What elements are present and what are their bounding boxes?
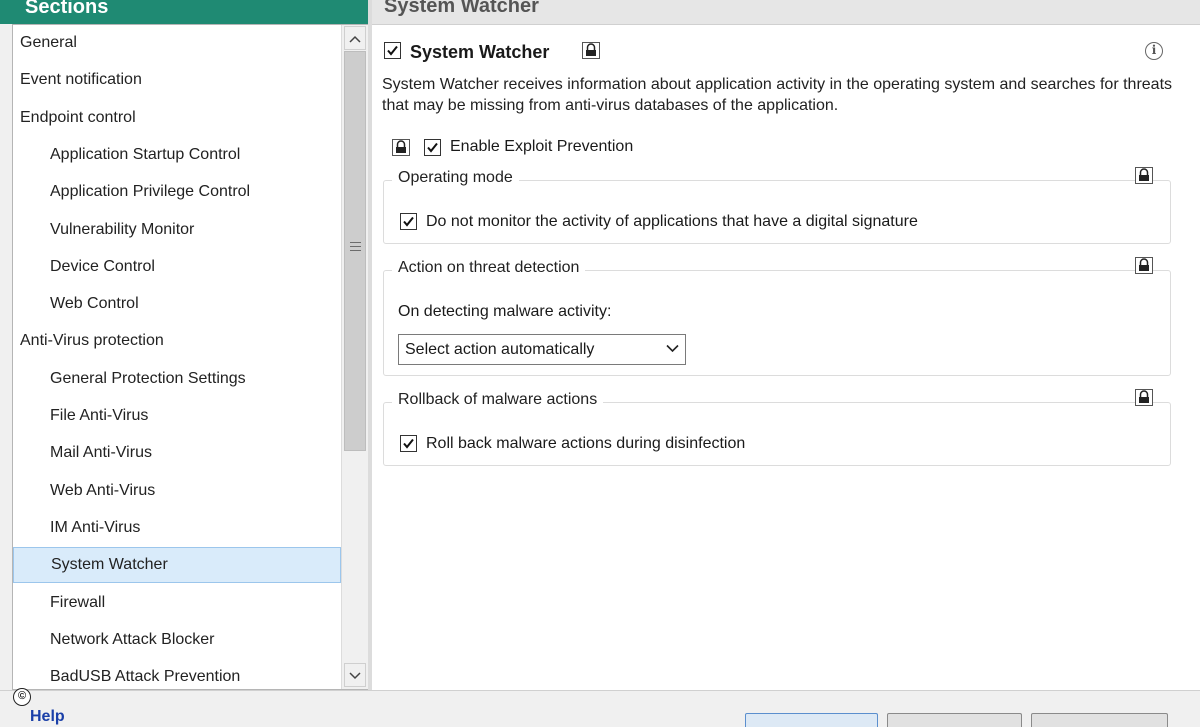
lock-icon[interactable] <box>582 42 600 59</box>
sidebar-item-network-attack-blocker[interactable]: Network Attack Blocker <box>13 622 341 658</box>
malware-activity-prompt: On detecting malware activity: <box>398 303 612 320</box>
sidebar-item-firewall[interactable]: Firewall <box>13 585 341 621</box>
footer: © Help <box>0 688 1200 727</box>
threat-detection-lock-icon[interactable] <box>1135 257 1153 274</box>
threat-detection-group: Action on threat detection On detecting … <box>383 257 1171 376</box>
operating-mode-title: Operating mode <box>392 169 519 187</box>
rollback-label: Roll back malware actions during disinfe… <box>426 435 746 452</box>
grip-icon <box>350 242 361 252</box>
sidebar-item-im-anti-virus[interactable]: IM Anti-Virus <box>13 510 341 546</box>
sidebar-scrollbar[interactable] <box>341 25 368 689</box>
sections-header: Sections <box>0 0 368 24</box>
system-watcher-description: System Watcher receives information abou… <box>382 76 1173 114</box>
scroll-up-arrow-icon[interactable] <box>344 26 366 50</box>
operating-mode-lock-icon[interactable] <box>1135 167 1153 184</box>
exploit-prevention-checkbox[interactable] <box>424 139 441 156</box>
sidebar-item-system-watcher[interactable]: System Watcher <box>13 547 341 584</box>
rollback-title: Rollback of malware actions <box>392 391 604 409</box>
help-link[interactable]: Help <box>30 709 65 725</box>
checkmark-icon <box>387 45 398 56</box>
malware-action-value: Select action automatically <box>405 341 595 358</box>
system-watcher-checkbox[interactable] <box>384 42 401 59</box>
scroll-thumb[interactable] <box>344 51 366 451</box>
sidebar-item-application-privilege-control[interactable]: Application Privilege Control <box>13 174 341 210</box>
sidebar-item-file-anti-virus[interactable]: File Anti-Virus <box>13 398 341 434</box>
threat-detection-title: Action on threat detection <box>392 259 586 277</box>
malware-action-select[interactable]: Select action automatically <box>398 334 686 365</box>
sidebar-list: General Event notification Endpoint contro… <box>13 25 341 689</box>
checkmark-icon <box>403 216 414 227</box>
sidebar: General Event notification Endpoint contro… <box>12 24 368 690</box>
skip-signed-apps-checkbox[interactable] <box>400 213 417 230</box>
sidebar-item-endpoint-control[interactable]: Endpoint control <box>13 100 341 136</box>
sidebar-item-application-startup-control[interactable]: Application Startup Control <box>13 137 341 173</box>
scroll-down-arrow-icon[interactable] <box>344 663 366 687</box>
sidebar-item-device-control[interactable]: Device Control <box>13 249 341 285</box>
sidebar-item-anti-virus-protection[interactable]: Anti-Virus protection <box>13 323 341 359</box>
exploit-lock-icon[interactable] <box>392 139 410 156</box>
rollback-group: Rollback of malware actions Roll back ma… <box>383 389 1171 466</box>
sidebar-item-general-protection-settings[interactable]: General Protection Settings <box>13 361 341 397</box>
cancel-button[interactable] <box>887 713 1022 727</box>
rollback-lock-icon[interactable] <box>1135 389 1153 406</box>
ok-button[interactable] <box>745 713 878 727</box>
info-icon[interactable]: i <box>1145 42 1163 60</box>
sidebar-item-general[interactable]: General <box>13 25 341 61</box>
checkmark-icon <box>427 142 438 153</box>
sidebar-item-vulnerability-monitor[interactable]: Vulnerability Monitor <box>13 212 341 248</box>
copyright-icon: © <box>13 688 31 706</box>
operating-mode-group: Operating mode Do not monitor the activi… <box>383 167 1171 244</box>
skip-signed-apps-label: Do not monitor the activity of applicati… <box>426 213 918 230</box>
content-header: System Watcher <box>372 0 1200 24</box>
checkmark-icon <box>403 438 414 449</box>
chevron-down-icon <box>666 344 679 353</box>
exploit-prevention-label: Enable Exploit Prevention <box>450 138 634 155</box>
sidebar-item-event-notification[interactable]: Event notification <box>13 62 341 98</box>
sidebar-item-web-control[interactable]: Web Control <box>13 286 341 322</box>
sidebar-item-web-anti-virus[interactable]: Web Anti-Virus <box>13 473 341 509</box>
settings-panel: System Watcher i System Watcher receives… <box>372 24 1200 690</box>
sidebar-item-badusb-attack-prevention[interactable]: BadUSB Attack Prevention <box>13 659 341 689</box>
sidebar-item-mail-anti-virus[interactable]: Mail Anti-Virus <box>13 435 341 471</box>
rollback-checkbox[interactable] <box>400 435 417 452</box>
system-watcher-title: System Watcher <box>410 42 550 62</box>
apply-button[interactable] <box>1031 713 1168 727</box>
